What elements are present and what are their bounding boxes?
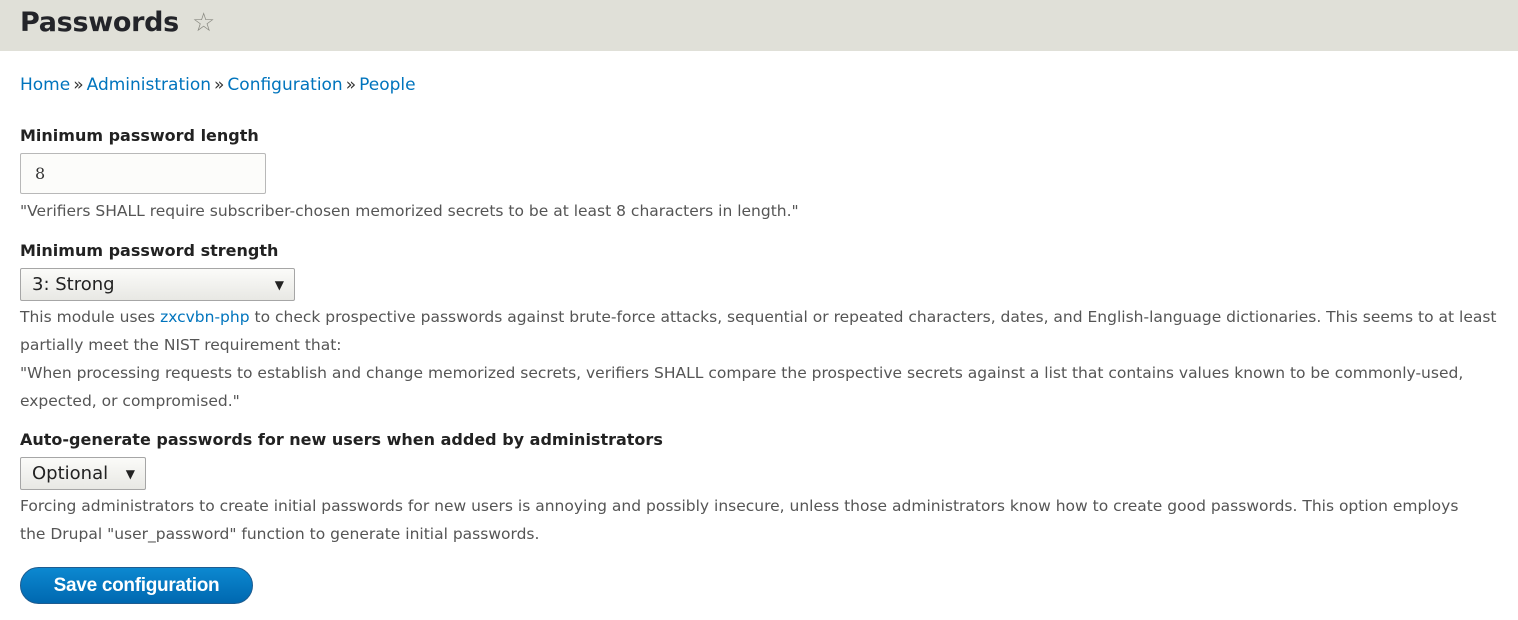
min-length-description: "Verifiers SHALL require subscriber-chos… bbox=[20, 202, 799, 220]
breadcrumb-separator: » bbox=[345, 75, 357, 95]
auto-generate-description: Forcing administrators to create initial… bbox=[20, 497, 1459, 543]
chevron-down-icon: ▼ bbox=[125, 466, 135, 481]
breadcrumb-people[interactable]: People bbox=[359, 75, 415, 95]
zxcvbn-php-link[interactable]: zxcvbn-php bbox=[160, 308, 250, 326]
min-strength-selected: 3: Strong bbox=[32, 274, 115, 295]
page-title: Passwords bbox=[20, 7, 179, 38]
breadcrumb-separator: » bbox=[73, 75, 84, 95]
auto-generate-select[interactable]: Optional ▼ bbox=[20, 457, 146, 490]
breadcrumb-administration[interactable]: Administration bbox=[87, 75, 211, 95]
min-strength-desc-pre: This module uses bbox=[20, 308, 161, 326]
breadcrumb-separator: » bbox=[214, 75, 225, 95]
min-length-label: Minimum password length bbox=[20, 126, 259, 145]
min-strength-label: Minimum password strength bbox=[20, 241, 279, 260]
auto-generate-selected: Optional bbox=[32, 463, 109, 484]
breadcrumb-configuration[interactable]: Configuration bbox=[227, 75, 342, 95]
breadcrumb-home[interactable]: Home bbox=[20, 75, 70, 95]
min-strength-select[interactable]: 3: Strong ▼ bbox=[20, 268, 295, 301]
chevron-down-icon: ▼ bbox=[274, 277, 284, 292]
star-outline-icon[interactable]: ☆ bbox=[192, 10, 215, 42]
breadcrumb: Home» Administration» Configuration» People bbox=[20, 75, 416, 95]
save-configuration-button[interactable]: Save configuration bbox=[20, 567, 253, 604]
page-header: Passwords ☆ bbox=[0, 0, 1518, 51]
min-length-input[interactable] bbox=[20, 153, 266, 194]
nist-quote: "When processing requests to establish a… bbox=[20, 364, 1464, 410]
min-strength-description: This module uses zxcvbn-php to check pro… bbox=[20, 303, 1510, 415]
auto-generate-label: Auto-generate passwords for new users wh… bbox=[20, 430, 663, 449]
